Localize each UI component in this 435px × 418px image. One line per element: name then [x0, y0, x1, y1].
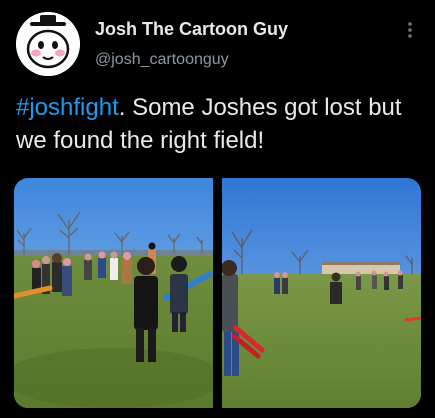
photo-field-with-noodles[interactable] [222, 178, 421, 408]
author-name[interactable]: Josh The Cartoon Guy [95, 19, 288, 40]
more-options-button[interactable] [400, 18, 420, 42]
cartoon-face-icon [16, 12, 80, 76]
tweet-text: #joshfight. Some Joshes got lost but we … [16, 91, 426, 157]
author-handle[interactable]: @josh_cartoonguy [95, 51, 229, 69]
photo-group-in-field[interactable] [14, 178, 213, 408]
vertical-dots-icon [408, 22, 412, 38]
media-grid [14, 178, 421, 408]
author-avatar[interactable] [16, 12, 80, 76]
hashtag-link[interactable]: #joshfight [16, 94, 119, 121]
